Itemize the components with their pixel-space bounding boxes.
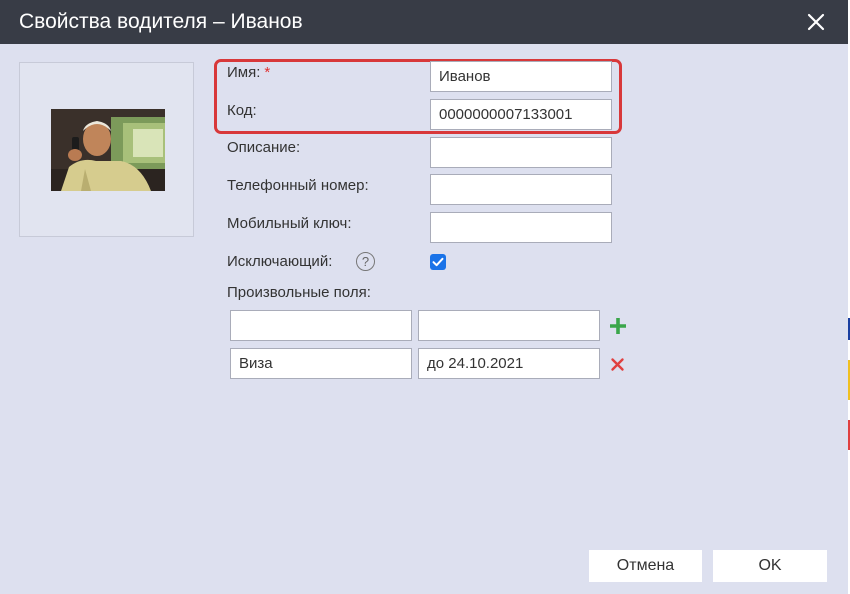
description-label: Описание: xyxy=(227,139,301,156)
phone-label: Телефонный номер: xyxy=(227,177,369,194)
custom-field-new-value[interactable] xyxy=(418,310,600,341)
driver-properties-dialog: Свойства водителя – Иванов Имя:* Код: Оп… xyxy=(0,0,848,594)
checkmark-icon xyxy=(432,257,444,267)
ok-button[interactable]: OK xyxy=(713,550,827,582)
name-field[interactable] xyxy=(430,61,612,92)
phone-field[interactable] xyxy=(430,174,612,205)
exclusive-label: Исключающий: xyxy=(227,253,333,270)
cancel-button[interactable]: Отмена xyxy=(589,550,702,582)
title-bar: Свойства водителя – Иванов xyxy=(0,0,848,44)
name-label: Имя: * xyxy=(227,64,270,81)
mobile-key-label: Мобильный ключ: xyxy=(227,215,352,232)
description-field[interactable] xyxy=(430,137,612,168)
required-mark: * xyxy=(264,64,271,81)
custom-fields-label: Произвольные поля: xyxy=(227,284,371,301)
remove-icon[interactable] xyxy=(610,357,625,372)
dialog-title: Свойства водителя – Иванов xyxy=(19,10,303,33)
code-label: Код: xyxy=(227,102,257,119)
close-icon[interactable] xyxy=(804,10,828,34)
plus-icon[interactable] xyxy=(608,316,628,336)
driver-photo xyxy=(51,109,165,191)
help-icon[interactable]: ? xyxy=(356,252,375,271)
exclusive-checkbox[interactable] xyxy=(430,254,446,270)
photo-area[interactable] xyxy=(19,62,194,237)
name-label-text: Имя: xyxy=(227,64,261,81)
custom-field-name[interactable] xyxy=(230,348,412,379)
mobile-key-field[interactable] xyxy=(430,212,612,243)
custom-field-new-name[interactable] xyxy=(230,310,412,341)
custom-field-value[interactable] xyxy=(418,348,600,379)
code-field[interactable] xyxy=(430,99,612,130)
